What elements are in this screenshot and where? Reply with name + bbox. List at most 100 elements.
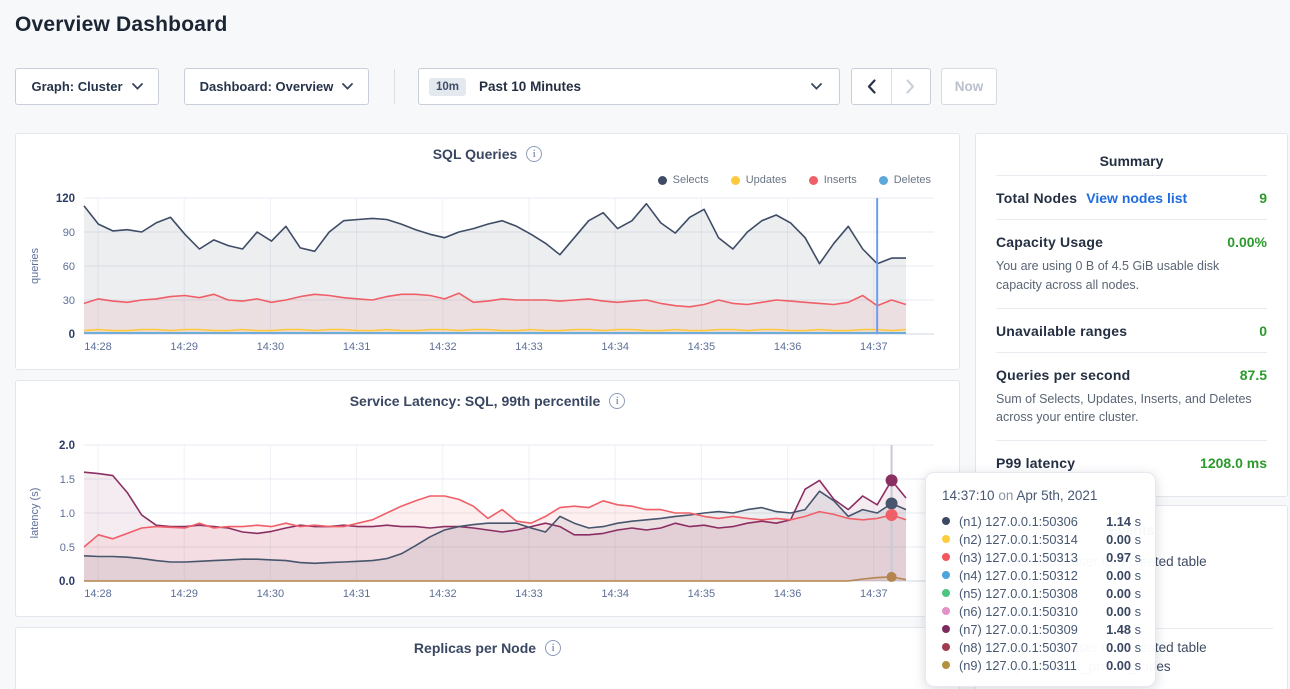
- qps-description: Sum of Selects, Updates, Inserts, and De…: [996, 390, 1267, 428]
- series-color-dot: [942, 517, 950, 525]
- summary-title: Summary: [996, 134, 1267, 175]
- tooltip-node-row: (n5) 127.0.0.1:50308 0.00 s: [942, 584, 1141, 602]
- info-icon[interactable]: i: [545, 640, 561, 656]
- chart-title: Service Latency: SQL, 99th percentile: [350, 393, 601, 409]
- tooltip-node-row: (n4) 127.0.0.1:50312 0.00 s: [942, 566, 1141, 584]
- node-address: (n8) 127.0.0.1:50307: [959, 640, 1078, 655]
- series-color-dot: [942, 571, 950, 579]
- tooltip-node-row: (n9) 127.0.0.1:503110.00 s: [942, 656, 1141, 674]
- service-latency-chart[interactable]: 0.00.51.01.52.014:2814:2914:3014:3114:32…: [16, 381, 959, 616]
- svg-text:1.5: 1.5: [60, 474, 75, 486]
- replicas-per-node-panel: Replicas per Node i: [15, 627, 960, 689]
- svg-text:14:37: 14:37: [860, 341, 888, 353]
- legend-dot: [809, 176, 818, 185]
- svg-text:14:36: 14:36: [774, 588, 802, 600]
- svg-text:14:31: 14:31: [343, 341, 371, 353]
- capacity-usage-description: You are using 0 B of 4.5 GiB usable disk…: [996, 257, 1267, 295]
- series-color-dot: [942, 589, 950, 597]
- legend-item-deletes[interactable]: Deletes: [879, 174, 931, 186]
- chevron-down-icon: [811, 83, 822, 90]
- chevron-down-icon: [342, 83, 353, 90]
- svg-text:14:28: 14:28: [84, 588, 112, 600]
- legend-item-updates[interactable]: Updates: [731, 174, 787, 186]
- total-nodes-label: Total Nodes: [996, 190, 1077, 206]
- chart-title: Replicas per Node: [414, 640, 536, 656]
- sql-queries-panel: 030609012014:2814:2914:3014:3114:3214:33…: [15, 133, 960, 370]
- svg-text:120: 120: [56, 193, 75, 205]
- legend-dot: [879, 176, 888, 185]
- svg-text:1.0: 1.0: [60, 508, 75, 520]
- svg-text:0.0: 0.0: [59, 576, 75, 588]
- chart-title: SQL Queries: [433, 146, 518, 162]
- node-latency-value: 0.00 s: [1106, 586, 1141, 601]
- node-address: (n5) 127.0.0.1:50308: [959, 586, 1078, 601]
- info-icon[interactable]: i: [609, 393, 625, 409]
- service-latency-panel: 0.00.51.01.52.014:2814:2914:3014:3114:32…: [15, 380, 960, 617]
- time-range-label: Past 10 Minutes: [479, 79, 581, 94]
- time-pager: [851, 68, 931, 105]
- tooltip-node-row: (n3) 127.0.0.1:503130.97 s: [942, 548, 1141, 566]
- tooltip-node-row: (n1) 127.0.0.1:503061.14 s: [942, 512, 1141, 530]
- legend-item-inserts[interactable]: Inserts: [809, 174, 857, 186]
- capacity-usage-value: 0.00%: [1227, 234, 1267, 250]
- svg-text:14:36: 14:36: [774, 341, 802, 353]
- tooltip-node-row: (n6) 127.0.0.1:503100.00 s: [942, 602, 1141, 620]
- svg-text:14:32: 14:32: [429, 341, 457, 353]
- node-address: (n1) 127.0.0.1:50306: [959, 514, 1078, 529]
- controls-divider: [394, 69, 395, 104]
- info-icon[interactable]: i: [526, 146, 542, 162]
- sql-queries-chart[interactable]: 030609012014:2814:2914:3014:3114:3214:33…: [16, 134, 959, 369]
- next-range-button[interactable]: [891, 69, 931, 104]
- node-address: (n4) 127.0.0.1:50312: [959, 568, 1078, 583]
- svg-text:queries: queries: [29, 247, 41, 284]
- summary-row-qps: Queries per second 87.5 Sum of Selects, …: [996, 352, 1267, 441]
- node-latency-value: 0.00 s: [1106, 640, 1141, 655]
- summary-row-unavailable-ranges: Unavailable ranges 0: [996, 308, 1267, 352]
- p99-latency-value: 1208.0 ms: [1200, 455, 1267, 471]
- tooltip-node-row: (n7) 127.0.0.1:503091.48 s: [942, 620, 1141, 638]
- graph-selector-dropdown[interactable]: Graph: Cluster: [15, 68, 159, 105]
- dashboard-selector-label: Dashboard: Overview: [200, 79, 334, 94]
- legend-item-selects[interactable]: Selects: [658, 174, 709, 186]
- time-range-badge: 10m: [429, 78, 466, 96]
- node-latency-value: 0.97 s: [1106, 550, 1141, 565]
- node-latency-value: 0.00 s: [1106, 604, 1141, 619]
- svg-text:14:30: 14:30: [257, 341, 285, 353]
- p99-latency-label: P99 latency: [996, 455, 1075, 471]
- svg-text:14:34: 14:34: [601, 341, 629, 353]
- svg-text:14:29: 14:29: [170, 588, 198, 600]
- unavailable-ranges-label: Unavailable ranges: [996, 323, 1127, 339]
- summary-row-total-nodes: Total Nodes View nodes list 9: [996, 175, 1267, 219]
- svg-text:14:31: 14:31: [343, 588, 371, 600]
- node-address: (n9) 127.0.0.1:50311: [959, 658, 1077, 673]
- time-range-dropdown[interactable]: 10m Past 10 Minutes: [418, 68, 840, 105]
- page-title: Overview Dashboard: [15, 13, 228, 37]
- series-color-dot: [942, 661, 950, 669]
- svg-text:90: 90: [63, 227, 75, 239]
- svg-text:2.0: 2.0: [59, 440, 75, 452]
- view-nodes-list-link[interactable]: View nodes list: [1086, 190, 1187, 206]
- svg-text:14:33: 14:33: [515, 588, 543, 600]
- svg-text:14:37: 14:37: [860, 588, 888, 600]
- chart-legend: Selects Updates Inserts Deletes: [658, 174, 931, 186]
- series-color-dot: [942, 535, 950, 543]
- svg-text:14:33: 14:33: [515, 341, 543, 353]
- svg-text:14:35: 14:35: [688, 588, 716, 600]
- now-button[interactable]: Now: [941, 68, 997, 105]
- series-color-dot: [942, 625, 950, 633]
- series-color-dot: [942, 607, 950, 615]
- svg-text:14:32: 14:32: [429, 588, 457, 600]
- svg-text:14:28: 14:28: [84, 341, 112, 353]
- node-address: (n2) 127.0.0.1:50314: [959, 532, 1078, 547]
- chevron-right-icon: [906, 79, 915, 94]
- tooltip-timestamp: 14:37:10 on Apr 5th, 2021: [942, 488, 1141, 503]
- previous-range-button[interactable]: [852, 69, 891, 104]
- chart-hover-tooltip: 14:37:10 on Apr 5th, 2021 (n1) 127.0.0.1…: [925, 472, 1156, 687]
- node-latency-value: 0.00 s: [1106, 532, 1141, 547]
- tooltip-node-row: (n8) 127.0.0.1:50307 0.00 s: [942, 638, 1141, 656]
- capacity-usage-label: Capacity Usage: [996, 234, 1103, 250]
- svg-text:60: 60: [63, 261, 75, 273]
- svg-text:latency (s): latency (s): [29, 488, 41, 539]
- dashboard-selector-dropdown[interactable]: Dashboard: Overview: [184, 68, 369, 105]
- node-latency-value: 0.00 s: [1106, 568, 1141, 583]
